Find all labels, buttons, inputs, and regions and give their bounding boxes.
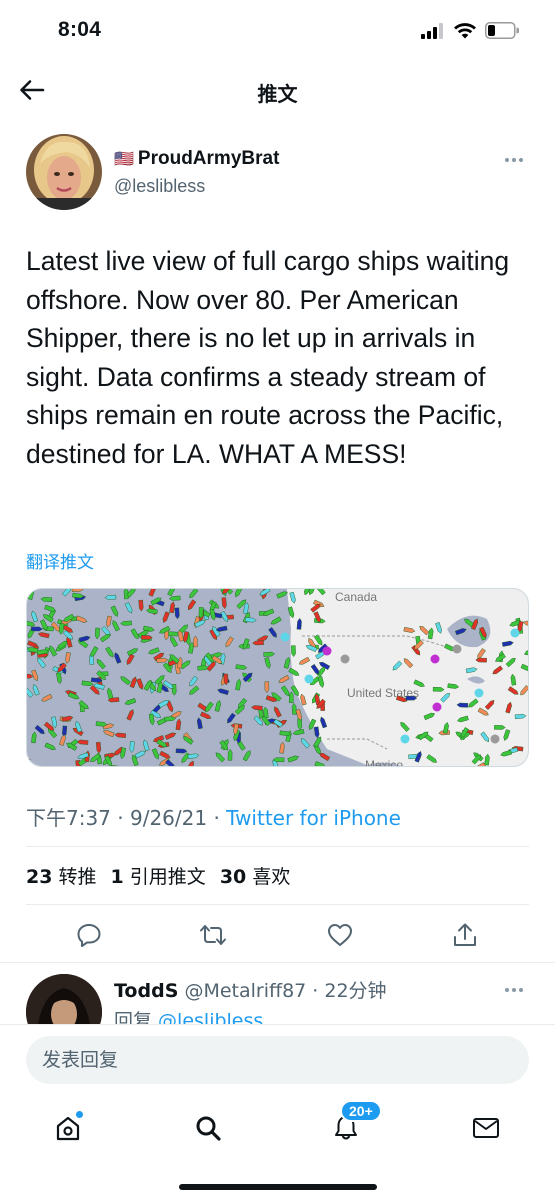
port-marker (280, 632, 290, 642)
likes-stat[interactable]: 30 喜欢 (220, 862, 291, 889)
retweet-button[interactable] (198, 920, 228, 950)
tweet-timestamp: 下午7:37 · 9/26/21 · Twitter for iPhone (26, 802, 401, 831)
bottom-tab-bar: 20+ (0, 1096, 555, 1200)
cellular-signal-icon (421, 22, 443, 39)
port-marker (490, 734, 500, 744)
retweet-icon (200, 925, 226, 945)
tweet-author: 🇺🇸 ProudArmyBrat @leslibless (26, 134, 529, 214)
port-marker (340, 654, 350, 664)
author-name[interactable]: 🇺🇸 ProudArmyBrat (114, 148, 279, 170)
port-marker (510, 628, 520, 638)
author-handle[interactable]: @leslibless (114, 176, 205, 197)
port-marker (474, 688, 484, 698)
reply-composer-bar: 发表回复 (0, 1024, 555, 1096)
us-flag-emoji: 🇺🇸 (114, 151, 134, 168)
more-dot (519, 158, 523, 162)
map-label-mexico: Mexico (365, 758, 403, 767)
more-dots-icon (505, 158, 509, 162)
heart-icon (328, 924, 352, 946)
quotes-count: 1 (110, 866, 124, 888)
avatar-image (26, 134, 102, 210)
nav-bar: 推文 (0, 62, 555, 118)
battery-icon (485, 22, 519, 39)
tab-search[interactable] (188, 1108, 228, 1148)
reply-mention-link[interactable]: @leslibless (158, 1010, 263, 1024)
tab-home[interactable] (48, 1108, 88, 1148)
share-button[interactable] (450, 920, 480, 950)
reply-context: 回复 @leslibless (114, 1006, 263, 1024)
tweet-media-map[interactable]: Canada United States Mexico (26, 588, 529, 767)
divider (26, 846, 529, 847)
status-bar: 8:04 (0, 0, 555, 62)
port-marker (322, 646, 332, 656)
home-indicator (179, 1184, 377, 1190)
reply-input[interactable]: 发表回复 (26, 1036, 529, 1084)
reply-tweet[interactable]: ToddS @Metalriff87 · 22分钟 回复 @leslibless (26, 974, 529, 1024)
retweets-count: 23 (26, 866, 53, 888)
status-time: 8:04 (58, 18, 102, 41)
page-title: 推文 (257, 82, 298, 106)
reply-avatar-image (26, 974, 102, 1024)
notifications-badge: 20+ (340, 1100, 382, 1122)
tweet-time: 下午7:37 · 9/26/21 · (26, 806, 227, 830)
more-dot (512, 988, 516, 992)
quotes-label: 引用推文 (129, 866, 206, 888)
translate-tweet-link[interactable]: 翻译推文 (26, 548, 94, 573)
likes-label: 喜欢 (252, 866, 291, 888)
ship-marker (27, 758, 31, 766)
port-marker (452, 644, 462, 654)
more-dot (519, 988, 523, 992)
more-options-button[interactable] (499, 150, 529, 170)
likes-count: 30 (219, 866, 247, 888)
port-marker (304, 674, 314, 684)
port-marker (400, 734, 410, 744)
author-display-name: ProudArmyBrat (137, 148, 280, 169)
divider (26, 904, 529, 905)
divider (0, 962, 555, 963)
reply-header: ToddS @Metalriff87 · 22分钟 (114, 976, 387, 1003)
share-icon (454, 923, 476, 946)
reply-avatar[interactable] (26, 974, 102, 1024)
mail-icon (473, 1118, 499, 1138)
reply-handle-time: @Metalriff87 · 22分钟 (184, 980, 387, 1002)
reply-icon (77, 924, 101, 947)
home-unread-dot (75, 1110, 84, 1119)
search-icon (196, 1116, 221, 1141)
tweet-text: Latest live view of full cargo ships wai… (26, 246, 510, 469)
map-label-canada: Canada (335, 590, 377, 604)
tweet-actions (26, 916, 529, 956)
reply-prefix: 回复 (114, 1010, 159, 1024)
retweets-label: 转推 (58, 866, 97, 888)
more-dot (512, 158, 516, 162)
more-dots-icon (505, 988, 509, 992)
reply-more-button[interactable] (499, 980, 529, 1000)
port-marker (432, 702, 442, 712)
wifi-icon (454, 23, 476, 39)
reply-author-name[interactable]: ToddS (114, 980, 178, 1002)
status-icons (421, 22, 519, 39)
retweets-stat[interactable]: 23 转推 (26, 862, 97, 889)
quotes-stat[interactable]: 1 引用推文 (111, 862, 206, 889)
tweet-source-link[interactable]: Twitter for iPhone (226, 806, 401, 830)
port-marker (430, 654, 440, 664)
like-button[interactable] (325, 920, 355, 950)
avatar[interactable] (26, 134, 102, 210)
reply-button[interactable] (74, 920, 104, 950)
tweet-stats: 23 转推 1 引用推文 30 喜欢 (26, 862, 290, 889)
tab-notifications[interactable]: 20+ (326, 1100, 382, 1148)
tab-messages[interactable] (466, 1108, 506, 1148)
ship-traffic-map: Canada United States Mexico (27, 589, 528, 767)
